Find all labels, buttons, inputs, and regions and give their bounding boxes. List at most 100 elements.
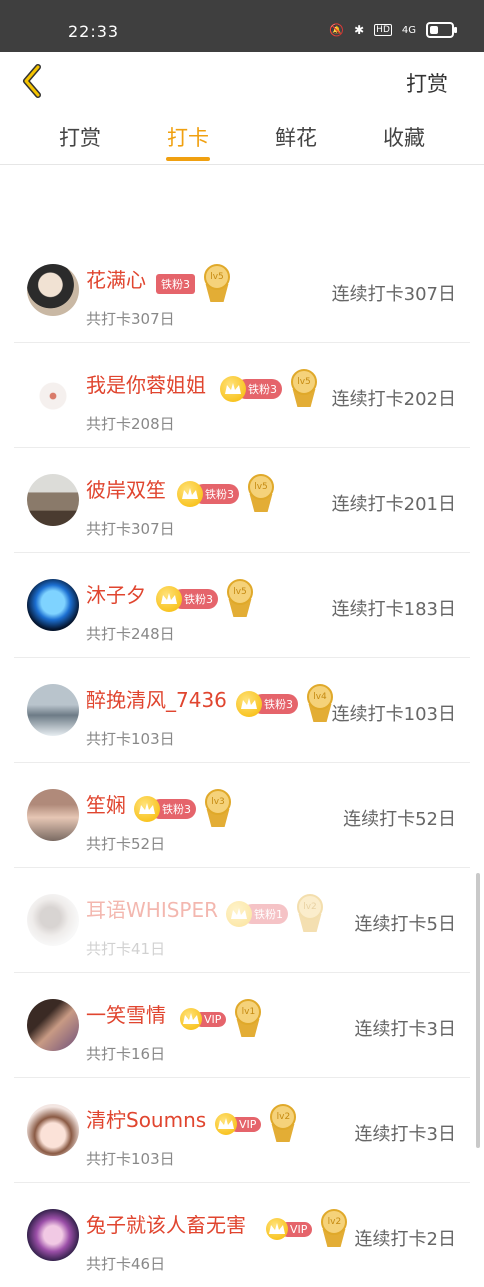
list-item[interactable]: 兔子就该人畜无害 VIP lv2 共打卡46日 连续打卡2日	[14, 1183, 470, 1287]
status-bar: 22:33 🔕 ✱ HD 4G	[0, 0, 484, 52]
total-checkins: 共打卡103日	[86, 730, 175, 748]
level-medal-icon: lv2	[267, 1104, 299, 1144]
fan-badge: 铁粉3	[236, 691, 298, 717]
user-name[interactable]: 花满心	[86, 264, 146, 293]
avatar[interactable]	[27, 474, 79, 526]
level-medal-icon: lv3	[202, 789, 234, 829]
streak-days: 连续打卡52日	[343, 809, 456, 830]
scrollbar[interactable]	[476, 873, 480, 1148]
total-checkins: 共打卡16日	[86, 1045, 166, 1063]
tab-flowers[interactable]: 鲜花	[256, 122, 336, 152]
user-name[interactable]: 彼岸双笙	[86, 474, 166, 503]
user-name[interactable]: 一笑雪情	[86, 999, 166, 1028]
avatar[interactable]	[27, 999, 79, 1051]
user-name[interactable]: 耳语WHISPER	[86, 894, 218, 923]
badge-group: 铁粉1 lv2	[226, 894, 326, 934]
streak-days: 连续打卡307日	[331, 284, 456, 305]
crown-icon	[177, 481, 203, 507]
crown-icon	[226, 901, 252, 927]
status-icons: 🔕 ✱ HD 4G	[329, 22, 457, 38]
avatar[interactable]	[27, 369, 79, 421]
total-checkins: 共打卡41日	[86, 940, 166, 958]
streak-days: 连续打卡103日	[331, 704, 456, 725]
badge-group: 铁粉3 lv4	[236, 684, 336, 724]
list-item[interactable]: 彼岸双笙 铁粉3 lv5 共打卡307日 连续打卡201日	[14, 448, 470, 553]
total-checkins: 共打卡248日	[86, 625, 175, 643]
list-item[interactable]: 笙娴 铁粉3 lv3 共打卡52日 连续打卡52日	[14, 763, 470, 868]
tab-bar: 打赏 打卡 鲜花 收藏	[0, 112, 484, 165]
fan-badge: 铁粉3	[134, 796, 196, 822]
avatar[interactable]	[27, 684, 79, 736]
tab-reward[interactable]: 打赏	[40, 122, 120, 152]
avatar[interactable]	[27, 1209, 79, 1261]
streak-days: 连续打卡3日	[354, 1124, 456, 1145]
streak-days: 连续打卡5日	[354, 914, 456, 935]
streak-days: 连续打卡3日	[354, 1019, 456, 1040]
fan-badge: 铁粉1	[226, 901, 288, 927]
total-checkins: 共打卡307日	[86, 520, 175, 538]
streak-days: 连续打卡183日	[331, 599, 456, 620]
badge-group: VIP lv1	[180, 999, 264, 1039]
avatar[interactable]	[27, 579, 79, 631]
fan-badge: 铁粉3	[220, 376, 282, 402]
tab-checkin[interactable]: 打卡	[148, 122, 228, 152]
badge-group: 铁粉3 lv5	[220, 369, 320, 409]
user-name[interactable]: 我是你蓉姐姐	[86, 369, 206, 398]
user-name[interactable]: 兔子就该人畜无害	[86, 1209, 246, 1238]
list-item[interactable]: 花满心 铁粉3 lv5 共打卡307日 连续打卡307日	[14, 238, 470, 343]
crown-icon	[156, 586, 182, 612]
signal-icon: 4G	[401, 24, 416, 36]
back-arrow-icon[interactable]	[20, 64, 46, 98]
vip-badge: VIP	[215, 1113, 262, 1135]
total-checkins: 共打卡52日	[86, 835, 166, 853]
streak-days: 连续打卡2日	[354, 1229, 456, 1250]
avatar[interactable]	[27, 894, 79, 946]
checkin-list: 花满心 铁粉3 lv5 共打卡307日 连续打卡307日 我是你蓉姐姐 铁粉3 …	[14, 238, 470, 1287]
total-checkins: 共打卡46日	[86, 1255, 166, 1273]
level-medal-icon: lv2	[318, 1209, 350, 1249]
avatar[interactable]	[27, 789, 79, 841]
crown-icon	[266, 1218, 288, 1240]
user-name[interactable]: 沐子夕	[86, 579, 146, 608]
streak-days: 连续打卡202日	[331, 389, 456, 410]
badge-group: 铁粉3 lv5	[156, 579, 256, 619]
list-item[interactable]: 耳语WHISPER 铁粉1 lv2 共打卡41日 连续打卡5日	[14, 868, 470, 973]
fan-badge: 铁粉3	[156, 586, 218, 612]
badge-group: VIP lv2	[266, 1209, 350, 1249]
list-item[interactable]: 沐子夕 铁粉3 lv5 共打卡248日 连续打卡183日	[14, 553, 470, 658]
avatar[interactable]	[27, 1104, 79, 1156]
status-time: 22:33	[68, 22, 120, 41]
streak-days: 连续打卡201日	[331, 494, 456, 515]
app-header: 打赏	[0, 52, 484, 112]
user-name[interactable]: 醉挽清风_7436	[86, 684, 227, 713]
badge-group: 铁粉3 lv5	[156, 264, 233, 304]
vip-badge: VIP	[266, 1218, 313, 1240]
user-name[interactable]: 清柠Soumns	[86, 1104, 206, 1133]
crown-icon	[134, 796, 160, 822]
level-medal-icon: lv1	[232, 999, 264, 1039]
level-medal-icon: lv5	[245, 474, 277, 514]
list-item[interactable]: 我是你蓉姐姐 铁粉3 lv5 共打卡208日 连续打卡202日	[14, 343, 470, 448]
hd-icon: HD	[374, 24, 392, 36]
crown-icon	[236, 691, 262, 717]
vip-badge: VIP	[180, 1008, 227, 1030]
list-item[interactable]: 一笑雪情 VIP lv1 共打卡16日 连续打卡3日	[14, 973, 470, 1078]
list-item[interactable]: 清柠Soumns VIP lv2 共打卡103日 连续打卡3日	[14, 1078, 470, 1183]
header-reward-button[interactable]: 打赏	[406, 68, 448, 98]
total-checkins: 共打卡103日	[86, 1150, 175, 1168]
crown-icon	[180, 1008, 202, 1030]
list-item[interactable]: 醉挽清风_7436 铁粉3 lv4 共打卡103日 连续打卡103日	[14, 658, 470, 763]
level-medal-icon: lv5	[224, 579, 256, 619]
level-medal-icon: lv2	[294, 894, 326, 934]
crown-icon	[215, 1113, 237, 1135]
tab-favorites[interactable]: 收藏	[364, 122, 444, 152]
crown-icon	[220, 376, 246, 402]
user-name[interactable]: 笙娴	[86, 789, 126, 818]
level-medal-icon: lv5	[288, 369, 320, 409]
active-tab-indicator	[166, 157, 210, 161]
total-checkins: 共打卡208日	[86, 415, 175, 433]
badge-group: 铁粉3 lv5	[177, 474, 277, 514]
fan-badge: 铁粉3	[177, 481, 239, 507]
badge-group: VIP lv2	[215, 1104, 299, 1144]
avatar[interactable]	[27, 264, 79, 316]
